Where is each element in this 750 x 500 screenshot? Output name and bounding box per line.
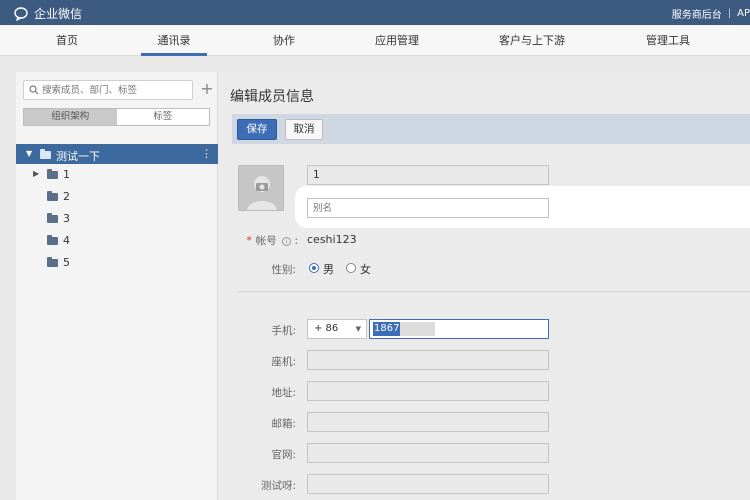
api-link[interactable]: AP (737, 8, 750, 19)
tree-item[interactable]: ▶ 1 (16, 164, 218, 184)
tree-root-label: 测试一下 (56, 150, 100, 163)
country-code-value: + 86 (314, 323, 339, 334)
address-input[interactable] (308, 382, 548, 400)
app-title: 企业微信 (34, 7, 83, 21)
account-label-text: 帐号 (255, 235, 277, 247)
website-input[interactable] (308, 444, 548, 462)
tab-management-tools[interactable]: 管理工具 (645, 25, 691, 56)
landline-input[interactable] (308, 351, 548, 369)
custom-field[interactable] (307, 474, 549, 494)
country-code-select[interactable]: + 86 ▼ (307, 319, 367, 339)
tree-root-item[interactable]: ▼ 测试一下 ⋮ (16, 144, 218, 164)
segment-org-structure[interactable]: 组织架构 (24, 109, 117, 125)
landline-field[interactable] (307, 350, 549, 370)
sidebar: + 组织架构 标签 ▼ 测试一下 ⋮ ▶ 1 2 3 4 5 (16, 72, 218, 500)
folder-icon (40, 149, 51, 159)
cancel-button[interactable]: 取消 (285, 119, 323, 140)
segment-tags[interactable]: 标签 (117, 109, 210, 125)
service-provider-link[interactable]: 服务商后台 (672, 6, 722, 21)
caret-right-icon[interactable]: ▶ (33, 169, 39, 178)
address-label: 地址: (271, 387, 296, 399)
website-field[interactable] (307, 443, 549, 463)
caret-down-icon[interactable]: ▼ (26, 149, 32, 158)
search-icon (29, 85, 39, 95)
name-field[interactable] (307, 165, 549, 185)
page-title: 编辑成员信息 (230, 89, 314, 105)
add-button[interactable]: + (198, 80, 216, 100)
edit-member-panel: 编辑成员信息 保存 取消 *帐号 i : ceshi123 性别: 男 女 手机… (218, 72, 750, 500)
email-input[interactable] (308, 413, 548, 431)
tree-item[interactable]: 3 (16, 208, 218, 228)
name-input[interactable] (308, 166, 548, 184)
avatar-placeholder-icon (247, 176, 277, 210)
section-divider (238, 291, 750, 292)
tree-item-label: 2 (63, 190, 70, 203)
landline-label: 座机: (271, 356, 296, 368)
folder-icon (47, 235, 58, 245)
search-input[interactable] (42, 82, 190, 98)
gender-female-label[interactable]: 女 (360, 261, 371, 277)
main-nav: 首页 通讯录 协作 应用管理 客户与上下游 管理工具 (0, 25, 750, 56)
folder-icon (47, 191, 58, 201)
search-box[interactable] (23, 80, 193, 100)
gender-male-label[interactable]: 男 (323, 261, 334, 277)
top-bar: 企业微信 服务商后台 | AP (0, 0, 750, 25)
mobile-field[interactable]: 1867 (369, 319, 549, 339)
tab-contacts[interactable]: 通讯录 (141, 25, 207, 56)
info-icon[interactable]: i (282, 236, 292, 246)
custom-input[interactable] (308, 475, 548, 493)
wecom-logo-icon (14, 6, 28, 21)
tab-customers[interactable]: 客户与上下游 (498, 25, 566, 56)
tree-item[interactable]: 4 (16, 230, 218, 250)
action-bar: 保存 取消 (232, 114, 750, 144)
gender-female-radio[interactable] (346, 263, 356, 273)
account-label: * 帐号 i : (238, 233, 298, 248)
folder-icon (47, 169, 58, 179)
view-switch: 组织架构 标签 (23, 108, 210, 126)
top-link-separator: | (727, 8, 732, 19)
avatar-upload[interactable] (238, 165, 284, 211)
app-logo[interactable]: 企业微信 (14, 5, 82, 22)
tree-item[interactable]: 5 (16, 252, 218, 272)
mobile-selection: 1867 (373, 322, 435, 336)
email-label: 邮箱: (271, 418, 296, 430)
gender-male-radio[interactable] (309, 263, 319, 273)
tree-item[interactable]: 2 (16, 186, 218, 206)
top-links: 服务商后台 | AP (672, 6, 750, 21)
tree-item-label: 1 (63, 168, 70, 181)
dropdown-arrow-icon: ▼ (355, 325, 361, 333)
required-mark: * (246, 235, 252, 247)
mobile-label: 手机: (271, 325, 296, 337)
mobile-value[interactable]: 1867 (373, 322, 401, 336)
account-colon: : (294, 235, 298, 247)
tab-home[interactable]: 首页 (56, 25, 78, 56)
alias-input[interactable] (308, 199, 548, 217)
tree-item-label: 3 (63, 212, 70, 225)
alias-field[interactable] (307, 198, 549, 218)
tab-collaboration[interactable]: 协作 (273, 25, 295, 56)
folder-icon (47, 257, 58, 267)
save-button[interactable]: 保存 (237, 119, 277, 140)
custom-field-label: 测试呀: (260, 480, 296, 492)
email-field[interactable] (307, 412, 549, 432)
account-value: ceshi123 (307, 233, 357, 246)
tree-item-label: 5 (63, 256, 70, 269)
folder-icon (47, 213, 58, 223)
more-icon[interactable]: ⋮ (201, 147, 212, 160)
gender-label: 性别: (271, 264, 296, 276)
address-field[interactable] (307, 381, 549, 401)
tree-item-label: 4 (63, 234, 70, 247)
website-label: 官网: (271, 449, 296, 461)
tab-app-management[interactable]: 应用管理 (374, 25, 420, 56)
